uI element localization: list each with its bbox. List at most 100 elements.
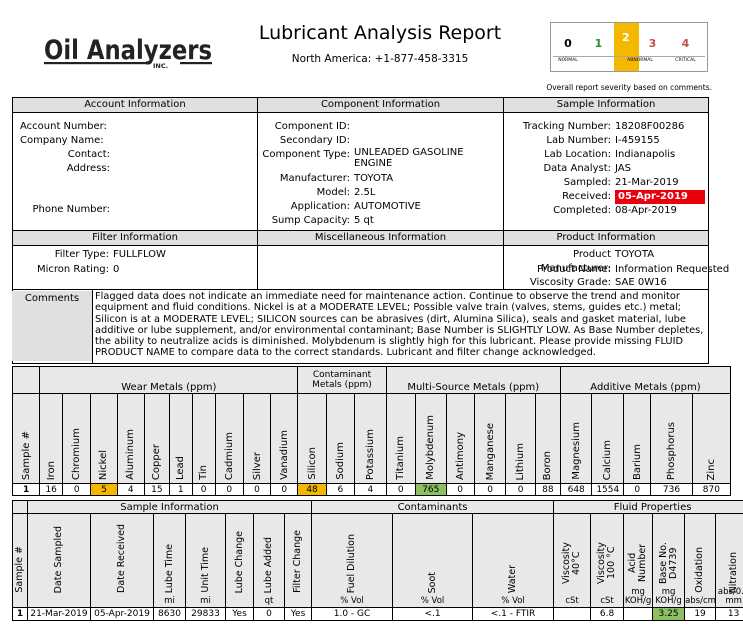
metals-cell-antimony: 0 xyxy=(445,483,475,496)
metals-cell-phosphorus: 736 xyxy=(650,483,693,496)
detail-cell-nitration: 13 xyxy=(715,607,743,621)
detail-col-fuel-dilution: Fuel Dilution% Vol xyxy=(311,513,394,608)
detail-cell-lube-change: Yes xyxy=(225,607,254,621)
additive-metals-group: Additive Metals (ppm) xyxy=(559,366,732,394)
detail-col-unit-time: Unit Time mi xyxy=(185,513,226,608)
address: Address: xyxy=(66,163,110,174)
metals-col-sodium: Sodium xyxy=(325,393,356,484)
detail-col-viscosity-100-c: Viscosity 100 °C cSt xyxy=(590,513,625,608)
metals-cell-boron: 88 xyxy=(534,483,561,496)
product-info-header: Product Information xyxy=(504,231,708,246)
logo-text: Oil Analyzers xyxy=(44,35,212,66)
metals-cell-silicon: 48 xyxy=(297,483,327,496)
secondary-id: Secondary ID: xyxy=(279,135,350,146)
detail-col-sample: Sample # xyxy=(12,513,28,608)
sample-detail-table: Sample Information Contaminants Fluid Pr… xyxy=(12,500,743,621)
detail-col-lube-time: Lube Time mi xyxy=(153,513,186,608)
metals-col-tin: Tin xyxy=(191,393,216,484)
logo-subtext: INC. xyxy=(153,62,168,70)
detail-col-viscosity-40-c: Viscosity 40°C cSt xyxy=(553,513,592,608)
metals-col-potassium: Potassium xyxy=(354,393,387,484)
detail-col-date-received: Date Received xyxy=(90,513,154,608)
metals-table: Wear Metals (ppm) Contaminant Metals (pp… xyxy=(11,366,732,496)
detail-col-base-no-d4739: Base No. D4739 mg KOH/g xyxy=(652,513,686,608)
detail-cell-date-sampled: 21-Mar-2019 xyxy=(27,607,91,621)
metals-col-lithium: Lithium xyxy=(505,393,536,484)
severity-1: 1 xyxy=(583,27,614,65)
contaminants-group: Contaminants xyxy=(311,500,555,514)
component-id: Component ID: xyxy=(274,121,350,132)
completed-date: Completed: 08-Apr-2019 xyxy=(553,205,677,216)
detail-cell-oxidation: 19 xyxy=(684,607,717,621)
metals-col-vanadium: Vanadium xyxy=(270,393,299,484)
product-name: Product Name: Information Requested xyxy=(536,264,730,275)
sample-info-group: Sample Information xyxy=(26,500,313,514)
application: Application: AUTOMOTIVE xyxy=(290,201,421,212)
detail-col-soot: Soot% Vol xyxy=(392,513,474,608)
tracking-number: Tracking Number: 18208F00286 xyxy=(522,121,685,132)
fluid-properties-group: Fluid Properties xyxy=(553,500,743,514)
filter-type: Filter Type: FULLFLOW xyxy=(54,249,166,260)
metals-col-titanium: Titanium xyxy=(385,393,417,484)
metals-cell-copper: 15 xyxy=(143,483,170,496)
metals-cell-barium: 0 xyxy=(623,483,652,496)
model: Model: 2.5L xyxy=(316,187,376,198)
metals-cell-titanium: 0 xyxy=(385,483,417,496)
detail-cell-acid-number xyxy=(623,607,654,621)
detail-cell-unit-time: 29833 xyxy=(185,607,226,621)
metals-col-chromium: Chromium xyxy=(62,393,92,484)
metals-cell-molybdenum: 765 xyxy=(415,483,447,496)
wear-metals-group: Wear Metals (ppm) xyxy=(39,366,299,394)
metals-cell-sodium: 6 xyxy=(325,483,356,496)
severity-scale: 0 NORMAL 1 2 ABNORMAL 3 4 CRITICAL xyxy=(550,22,708,72)
detail-cell-base-no-d4739: 3.25 xyxy=(652,607,686,621)
detail-col-lube-change: Lube Change xyxy=(225,513,254,608)
received-date: Received: 05-Apr-2019 xyxy=(504,190,705,204)
metals-cell-tin: 0 xyxy=(191,483,216,496)
phone-number: North America: +1-877-458-3315 xyxy=(291,53,469,65)
metals-col-zinc: Zinc xyxy=(691,393,732,484)
metals-cell-manganese: 0 xyxy=(473,483,507,496)
metals-cell-vanadium: 0 xyxy=(270,483,299,496)
metals-cell-silver: 0 xyxy=(242,483,272,496)
lab-number: Lab Number: I-459155 xyxy=(546,135,660,146)
metals-cell-zinc: 870 xyxy=(691,483,732,496)
metals-col-barium: Barium xyxy=(623,393,652,484)
metals-col-antimony: Antimony xyxy=(445,393,475,484)
metals-col-copper: Copper xyxy=(143,393,170,484)
severity-4: 4 CRITICAL xyxy=(666,27,705,65)
metals-col-molybdenum: Molybdenum xyxy=(415,393,447,484)
metals-col-phosphorus: Phosphorus xyxy=(650,393,693,484)
misc-info-header: Miscellaneous Information xyxy=(258,231,503,246)
detail-col-nitration: Nitrationabs/0.1 mm xyxy=(715,513,743,608)
data-analyst: Data Analyst: JAS xyxy=(543,163,631,174)
detail-cell-sample: 1 xyxy=(12,607,28,621)
sampled-date: Sampled: 21-Mar-2019 xyxy=(563,177,679,188)
metals-col-calcium: Calcium xyxy=(591,393,625,484)
viscosity-grade: Viscosity Grade: SAE 0W16 xyxy=(529,277,667,288)
comments-text: Flagged data does not indicate an immedi… xyxy=(95,291,704,359)
metals-col-nickel: Nickel xyxy=(90,393,118,484)
micron-rating: Micron Rating: 0 xyxy=(36,264,120,275)
phone-number-field: Phone Number: xyxy=(32,204,110,215)
multi-source-metals-group: Multi-Source Metals (ppm) xyxy=(385,366,561,394)
detail-col-acid-number: Acid Number mg KOH/g xyxy=(623,513,654,608)
metals-col-manganese: Manganese xyxy=(473,393,507,484)
metals-cell-chromium: 0 xyxy=(62,483,92,496)
report-title: Lubricant Analysis Report xyxy=(258,22,502,44)
filter-info-header: Filter Information xyxy=(13,231,257,246)
detail-cell-viscosity-40-c xyxy=(553,607,592,621)
detail-col-oxidation: Oxidation abs/cm xyxy=(684,513,717,608)
contact: Contact: xyxy=(67,149,110,160)
metals-cell-calcium: 1554 xyxy=(591,483,625,496)
sample-info-header: Sample Information xyxy=(504,98,708,113)
detail-cell-lube-time: 8630 xyxy=(153,607,186,621)
sump-capacity: Sump Capacity: 5 qt xyxy=(271,215,374,226)
component-type: Component Type: UNLEADED GASOLINE ENGINE xyxy=(262,147,464,169)
detail-cell-viscosity-100-c: 6.8 xyxy=(590,607,625,621)
comments-label: Comments xyxy=(12,291,92,361)
detail-cell-soot: <.1 xyxy=(392,607,474,621)
account-info-header: Account Information xyxy=(13,98,257,113)
detail-col-lube-added: Lube Added qt xyxy=(253,513,285,608)
company-name: Company Name: xyxy=(20,135,104,146)
